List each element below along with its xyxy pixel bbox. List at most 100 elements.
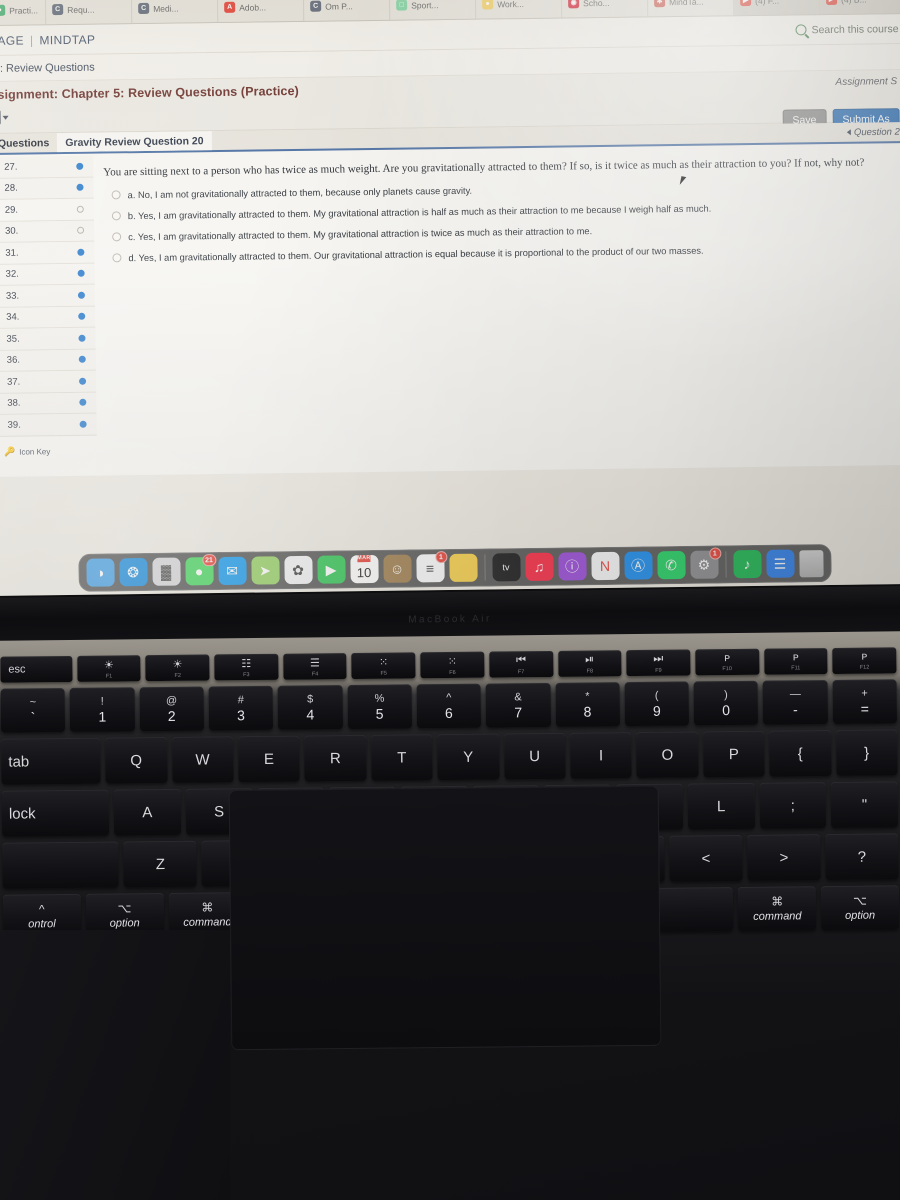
key-i[interactable]: I bbox=[570, 732, 632, 779]
contacts-icon[interactable]: ☺ bbox=[382, 554, 412, 583]
system-settings-icon[interactable]: ⚙ 1 bbox=[689, 547, 721, 579]
key-shift-left[interactable] bbox=[2, 841, 120, 889]
question-nav-item[interactable]: 27. bbox=[0, 155, 94, 179]
browser-tab[interactable]: ◉ Scho... bbox=[561, 0, 649, 18]
key-f4[interactable]: ☰ F4 bbox=[282, 653, 347, 680]
finder-icon[interactable]: ◑ bbox=[85, 558, 115, 587]
key-comma[interactable]: < bbox=[669, 834, 743, 882]
key-y[interactable]: Y bbox=[437, 733, 500, 781]
key-2[interactable]: @2 bbox=[139, 686, 204, 732]
key-escape[interactable]: esc bbox=[0, 655, 73, 683]
launchpad-icon[interactable]: ▓ bbox=[151, 557, 181, 586]
previous-question-link[interactable]: Question 2 bbox=[846, 126, 900, 138]
safari-icon[interactable]: ❂ bbox=[118, 557, 148, 587]
key-f7[interactable]: ⏮ F7 bbox=[489, 650, 554, 678]
trash-icon[interactable] bbox=[798, 549, 824, 577]
key-w[interactable]: W bbox=[171, 736, 234, 783]
spotify-icon[interactable]: ♪ bbox=[732, 549, 762, 579]
browser-tab[interactable]: C Requ... bbox=[45, 0, 133, 25]
key-f8[interactable]: ⏯ F8 bbox=[557, 650, 622, 677]
key-9[interactable]: (9 bbox=[624, 681, 690, 727]
photos-icon[interactable]: ✿ bbox=[283, 555, 313, 585]
radio-button-b[interactable] bbox=[111, 211, 121, 221]
icon-key-button[interactable]: 🔑 Icon Key bbox=[0, 435, 97, 457]
key-minus[interactable]: — - bbox=[762, 680, 828, 725]
key-f1[interactable]: ☀ F1 bbox=[76, 655, 141, 682]
key-command-right[interactable]: ⌘ command bbox=[738, 886, 817, 931]
key-o[interactable]: O bbox=[636, 731, 699, 779]
key-4[interactable]: $4 bbox=[277, 685, 343, 730]
key-equals[interactable]: + = bbox=[832, 679, 898, 724]
reminders-icon[interactable]: ≡ 1 bbox=[415, 551, 447, 583]
appstore-icon[interactable]: Ⓐ bbox=[623, 551, 653, 580]
browser-tab[interactable]: ● Work... bbox=[475, 0, 563, 19]
question-nav-item[interactable]: 28. bbox=[0, 177, 94, 200]
key-leftbracket[interactable]: { bbox=[769, 730, 832, 777]
key-f12[interactable]: ᴘ F12 bbox=[832, 647, 897, 674]
key-3[interactable]: #3 bbox=[208, 685, 274, 731]
facetime-icon[interactable]: ▶ bbox=[316, 555, 346, 584]
browser-tab[interactable]: □ Sport... bbox=[389, 0, 477, 20]
key-f2[interactable]: ☀ F2 bbox=[145, 654, 210, 682]
key-tab[interactable]: tab bbox=[1, 737, 101, 785]
key-f9[interactable]: ⏭ F9 bbox=[626, 649, 691, 677]
answer-option-a[interactable]: a. No, I am not gravitationally attracte… bbox=[104, 179, 899, 201]
key-7[interactable]: & 7 bbox=[485, 682, 551, 728]
key-backtick[interactable]: ~ ` bbox=[0, 688, 66, 733]
browser-tab[interactable]: ▶ (4) F... bbox=[733, 0, 821, 16]
key-q[interactable]: Q bbox=[105, 736, 168, 784]
radio-button-c[interactable] bbox=[112, 232, 122, 242]
maps-icon[interactable]: ➤ bbox=[250, 556, 280, 585]
question-nav-item[interactable]: 37. bbox=[0, 370, 97, 394]
key-5[interactable]: % 5 bbox=[347, 684, 412, 730]
question-nav-item[interactable]: 32. bbox=[0, 263, 95, 286]
search-this-course-button[interactable]: Search this course bbox=[795, 23, 899, 36]
bluebook-icon[interactable]: ☰ bbox=[765, 549, 795, 578]
appletv-icon[interactable]: tv bbox=[491, 553, 521, 582]
browser-tab[interactable]: ▶(4) B... bbox=[819, 0, 900, 15]
browser-tab[interactable]: ●Practi... bbox=[0, 0, 47, 25]
messages-icon[interactable]: ● 21 bbox=[184, 554, 216, 586]
calendar-icon[interactable]: MAR 10 bbox=[349, 554, 379, 584]
key-r[interactable]: R bbox=[304, 734, 367, 782]
question-nav-item[interactable]: 30. bbox=[0, 220, 95, 243]
key-period[interactable]: > bbox=[747, 834, 821, 881]
whatsapp-icon[interactable]: ✆ bbox=[656, 550, 686, 580]
trackpad[interactable] bbox=[228, 785, 662, 1051]
key-f5[interactable]: ⁙ F5 bbox=[351, 652, 416, 680]
browser-tab[interactable]: C Om P... bbox=[303, 0, 391, 21]
browser-tab[interactable]: A Adob... bbox=[217, 0, 305, 22]
key-p[interactable]: P bbox=[702, 730, 765, 778]
key-capslock[interactable]: lock bbox=[1, 789, 110, 837]
tab-gravity-review-question-20[interactable]: Gravity Review Question 20 bbox=[57, 131, 212, 153]
radio-button-d[interactable] bbox=[112, 253, 122, 263]
answer-option-d[interactable]: d. Yes, I am gravitationally attracted t… bbox=[104, 242, 899, 264]
notes-icon[interactable] bbox=[448, 553, 478, 583]
key-z[interactable]: Z bbox=[123, 840, 198, 888]
key-6[interactable]: ^ 6 bbox=[416, 683, 482, 729]
key-semicolon[interactable]: ; bbox=[759, 782, 827, 829]
question-nav-item[interactable]: 31. bbox=[0, 241, 95, 265]
key-f6[interactable]: ⁙ F6 bbox=[420, 651, 485, 679]
key-a[interactable]: A bbox=[113, 788, 181, 836]
key-option-right[interactable]: ⌥ option bbox=[820, 885, 900, 931]
question-nav-item[interactable]: 38. bbox=[0, 392, 97, 415]
question-nav-item[interactable]: 34. bbox=[0, 306, 96, 329]
key-rightbracket[interactable]: } bbox=[835, 729, 898, 776]
news-icon[interactable]: N bbox=[590, 551, 620, 581]
question-nav-item[interactable]: 39. bbox=[0, 413, 97, 437]
key-f11[interactable]: ᴘ F11 bbox=[763, 648, 828, 675]
question-nav-item[interactable]: 29. bbox=[0, 198, 94, 222]
key-e[interactable]: E bbox=[238, 735, 300, 783]
tab-questions[interactable]: Questions bbox=[0, 133, 57, 153]
key-quote[interactable]: " bbox=[830, 781, 899, 829]
question-nav-item[interactable]: 35. bbox=[0, 327, 96, 351]
browser-tab[interactable]: ✻ MindTa... bbox=[647, 0, 735, 17]
mail-icon[interactable]: ✉ bbox=[217, 556, 247, 586]
question-nav-item[interactable]: 33. bbox=[0, 284, 96, 308]
radio-button-a[interactable] bbox=[111, 190, 121, 200]
question-nav-item[interactable]: 36. bbox=[0, 349, 96, 372]
key-slash[interactable]: ? bbox=[825, 833, 899, 881]
answer-option-c[interactable]: c. Yes, I am gravitationally attracted t… bbox=[104, 221, 899, 243]
answer-option-b[interactable]: b. Yes, I am gravitationally attracted t… bbox=[104, 200, 899, 222]
